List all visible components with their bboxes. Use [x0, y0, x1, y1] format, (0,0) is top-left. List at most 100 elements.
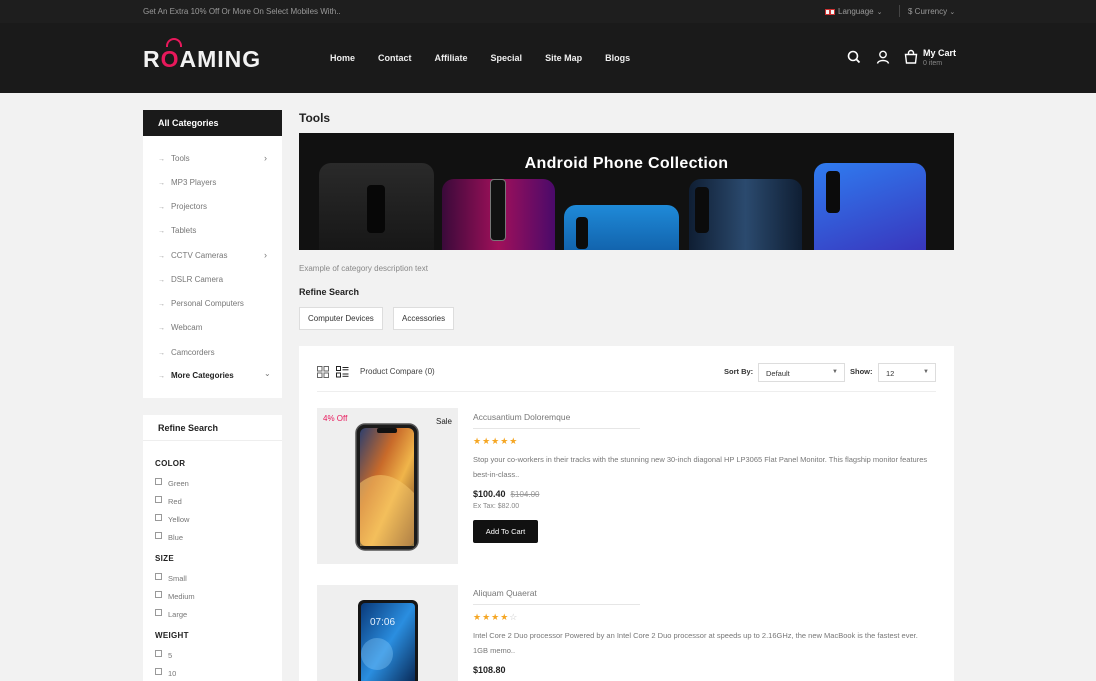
- sort-select[interactable]: Default ▼: [758, 363, 845, 382]
- more-categories-label: More Categories: [171, 371, 234, 380]
- product-tax: Ex Tax: $82.00: [473, 503, 520, 510]
- category-label: Tablets: [171, 226, 197, 235]
- filter-option-weight-5[interactable]: 5: [155, 650, 172, 660]
- currency-selector[interactable]: $ Currency ⌄: [908, 7, 955, 16]
- more-categories-toggle[interactable]: → More Categories: [158, 371, 234, 380]
- arrow-right-icon: →: [158, 301, 165, 308]
- filter-option-weight-10[interactable]: 10: [155, 668, 177, 678]
- language-selector[interactable]: Language ⌄: [825, 7, 882, 16]
- category-label: Webcam: [171, 323, 203, 332]
- category-banner[interactable]: Android Phone Collection: [299, 133, 954, 250]
- category-item-camcorders[interactable]: → Camcorders: [158, 348, 215, 357]
- filter-option-blue[interactable]: Blue: [155, 532, 183, 542]
- chevron-right-icon[interactable]: ›: [264, 250, 267, 260]
- refine-chip-computer-devices[interactable]: Computer Devices: [299, 307, 383, 330]
- site-logo[interactable]: ROAMING: [143, 46, 261, 73]
- nav-home[interactable]: Home: [330, 53, 355, 63]
- category-item-tools[interactable]: → Tools: [158, 154, 190, 163]
- product-image[interactable]: 4% Off Sale: [317, 408, 458, 564]
- product-compare-link[interactable]: Product Compare (0): [360, 367, 435, 376]
- phone-product-image: [358, 600, 418, 681]
- nav-site-map[interactable]: Site Map: [545, 53, 582, 63]
- rating-stars: ★★★★☆: [473, 612, 518, 623]
- filter-option-label: Red: [168, 497, 182, 506]
- rating-stars-filled: ★★★★: [473, 612, 510, 622]
- filter-option-medium[interactable]: Medium: [155, 591, 195, 601]
- category-item-tablets[interactable]: → Tablets: [158, 226, 196, 235]
- show-count-select[interactable]: 12 ▼: [878, 363, 936, 382]
- page-title: Tools: [299, 111, 331, 125]
- arrow-right-icon: →: [158, 277, 165, 284]
- category-list: → Tools › → MP3 Players → Projectors → Table…: [143, 136, 282, 398]
- category-item-webcam[interactable]: → Webcam: [158, 323, 202, 332]
- search-icon[interactable]: [846, 49, 862, 65]
- refine-chip-accessories[interactable]: Accessories: [393, 307, 455, 330]
- banner-phone-image: [814, 163, 926, 250]
- arrow-right-icon: →: [158, 228, 165, 235]
- chevron-down-icon[interactable]: ⌄: [264, 369, 271, 378]
- nav-special[interactable]: Special: [491, 53, 523, 63]
- category-description: Example of category description text: [299, 264, 428, 273]
- product-image[interactable]: 07:06: [317, 585, 458, 681]
- arrow-right-icon: →: [158, 325, 165, 332]
- sale-badge: Sale: [435, 417, 452, 426]
- category-item-mp3-players[interactable]: → MP3 Players: [158, 178, 216, 187]
- banner-phone-image: [564, 205, 679, 250]
- filter-option-label: Small: [168, 574, 187, 583]
- filter-option-red[interactable]: Red: [155, 496, 182, 506]
- grid-view-icon[interactable]: [317, 366, 329, 378]
- arrow-right-icon: →: [158, 350, 165, 357]
- category-label: Projectors: [171, 202, 208, 211]
- category-item-dslr-camera[interactable]: → DSLR Camera: [158, 275, 223, 284]
- add-to-cart-button[interactable]: Add To Cart: [473, 520, 538, 543]
- show-label: Show:: [850, 367, 873, 376]
- user-icon[interactable]: [875, 49, 891, 65]
- filter-title-color: COLOR: [155, 459, 186, 468]
- arrow-right-icon: →: [158, 180, 165, 187]
- category-label: MP3 Players: [171, 178, 217, 187]
- language-label: Language: [838, 7, 874, 16]
- all-categories-header[interactable]: All Categories: [143, 110, 282, 136]
- arrow-right-icon: →: [158, 373, 165, 380]
- checkbox[interactable]: [155, 532, 162, 539]
- filter-title-weight: WEIGHT: [155, 631, 189, 640]
- nav-contact[interactable]: Contact: [378, 53, 412, 63]
- topbar-divider: [899, 5, 900, 17]
- filter-option-yellow[interactable]: Yellow: [155, 514, 189, 524]
- arrow-right-icon: →: [158, 204, 165, 211]
- checkbox[interactable]: [155, 591, 162, 598]
- filter-option-label: Large: [168, 610, 188, 619]
- refine-search-filter-panel: Refine Search COLOR Green Red Yellow Blu…: [143, 415, 282, 681]
- price-current: $100.40: [473, 489, 506, 499]
- checkbox[interactable]: [155, 496, 162, 503]
- category-item-projectors[interactable]: → Projectors: [158, 202, 207, 211]
- filter-option-small[interactable]: Small: [155, 573, 187, 583]
- rating-stars-filled: ★★★★★: [473, 436, 519, 446]
- checkbox[interactable]: [155, 514, 162, 521]
- cart-icon[interactable]: [903, 49, 919, 65]
- filter-option-large[interactable]: Large: [155, 609, 188, 619]
- chevron-right-icon[interactable]: ›: [264, 153, 267, 163]
- triangle-down-icon: ▼: [832, 369, 838, 375]
- rating-stars-empty: ☆: [509, 612, 519, 622]
- category-item-cctv-cameras[interactable]: → CCTV Cameras: [158, 251, 227, 260]
- list-view-icon[interactable]: [336, 366, 349, 378]
- checkbox[interactable]: [155, 573, 162, 580]
- category-label: Personal Computers: [171, 299, 244, 308]
- product-name[interactable]: Aliquam Quaerat: [473, 588, 537, 598]
- checkbox[interactable]: [155, 650, 162, 657]
- category-item-personal-computers[interactable]: → Personal Computers: [158, 299, 244, 308]
- product-price: $100.40 $104.00: [473, 489, 539, 499]
- product-name[interactable]: Accusantium Doloremque: [473, 412, 570, 422]
- filter-option-label: 10: [168, 669, 177, 678]
- nav-affiliate[interactable]: Affiliate: [435, 53, 468, 63]
- checkbox[interactable]: [155, 478, 162, 485]
- flag-icon: [825, 8, 835, 15]
- refine-search-heading: Refine Search: [299, 287, 360, 297]
- filter-option-green[interactable]: Green: [155, 478, 189, 488]
- cart-label[interactable]: My Cart: [923, 48, 956, 58]
- checkbox[interactable]: [155, 609, 162, 616]
- cart-count: 0 item: [923, 60, 943, 67]
- nav-blogs[interactable]: Blogs: [605, 53, 630, 63]
- checkbox[interactable]: [155, 668, 162, 675]
